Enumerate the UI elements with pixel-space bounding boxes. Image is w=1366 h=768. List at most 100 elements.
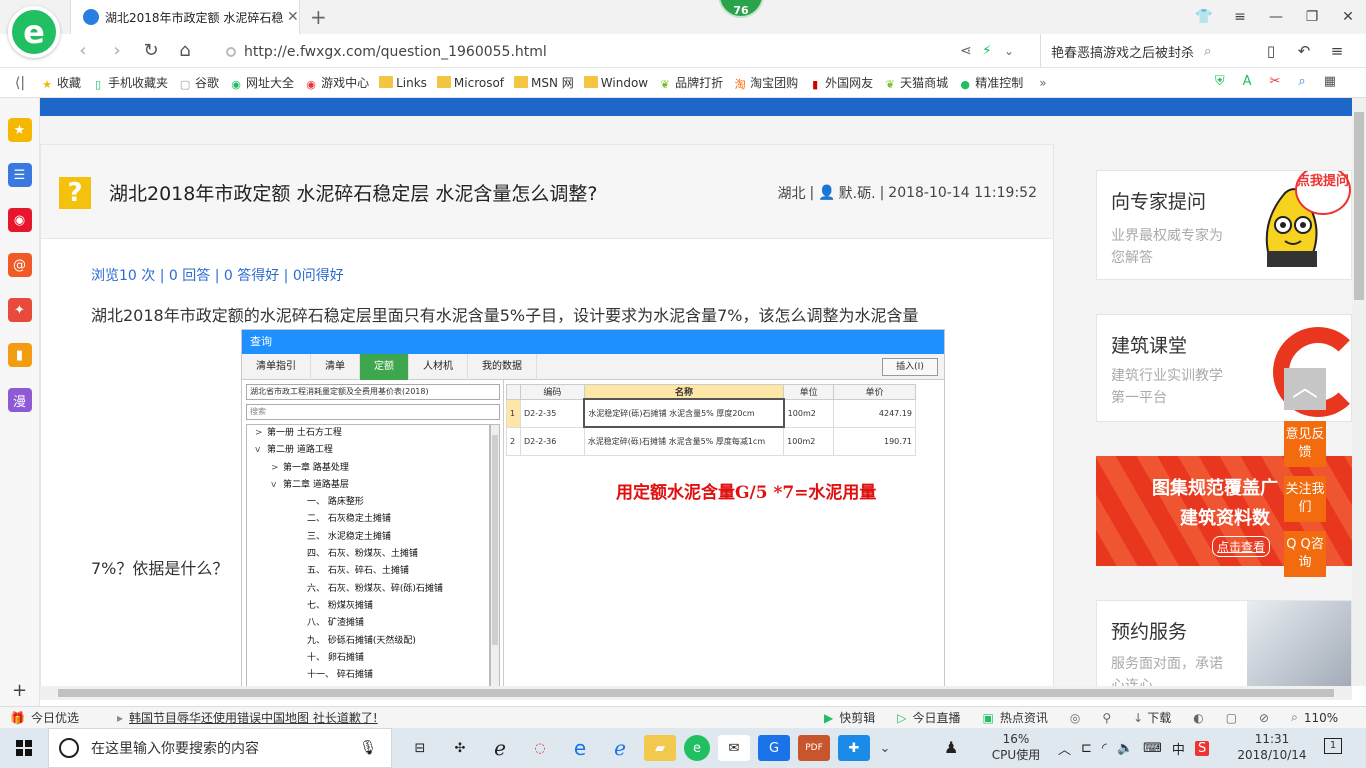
more-icon[interactable]: ≡ — [1322, 42, 1352, 60]
translate-icon[interactable]: A — [1243, 74, 1252, 89]
games-icon[interactable]: ✦ — [7, 298, 32, 322]
pin-icon[interactable]: ⚲ — [1102, 711, 1111, 725]
refresh-icon[interactable]: ↻ — [134, 40, 168, 61]
360-browser-icon[interactable]: e — [684, 735, 710, 761]
window-icon[interactable]: ▢ — [1226, 711, 1237, 725]
mail-envelope-icon[interactable]: ✉ — [718, 735, 750, 761]
question-author[interactable]: 默.砺. — [839, 183, 876, 203]
live-link[interactable]: 今日直播 — [912, 709, 960, 726]
zoom-icon[interactable]: ⌕ — [1298, 74, 1305, 89]
bookmark-item[interactable]: ◉ 游戏中心 — [304, 74, 369, 91]
mail-icon[interactable]: @ — [7, 253, 32, 277]
feedback-button[interactable]: 意见反馈 — [1284, 421, 1326, 467]
notes-icon[interactable]: ▮ — [7, 343, 32, 367]
tab-active[interactable]: 湖北2018年市政定额 水泥碎石稳 ✕ — [70, 0, 300, 34]
tab-close-button[interactable]: ✕ — [287, 9, 299, 25]
microphone-icon[interactable]: 🎙 — [359, 740, 377, 756]
speed-icon[interactable]: ◎ — [1070, 711, 1080, 725]
share-icon[interactable]: ⋖ — [960, 43, 982, 59]
banner-link[interactable]: 点击查看 — [1212, 536, 1271, 557]
ask-bubble[interactable]: 点我提问 — [1295, 171, 1351, 215]
bookmark-item[interactable]: Links — [379, 75, 427, 90]
weibo-icon[interactable]: ◉ — [7, 208, 32, 232]
zoom-level[interactable]: 110% — [1304, 711, 1338, 725]
bookmarks-more-button[interactable]: » — [1039, 76, 1046, 90]
volume-icon[interactable]: 🔈 — [1117, 741, 1133, 756]
wifi-icon[interactable]: ◜ — [1102, 741, 1107, 756]
feed-icon[interactable]: ☰ — [7, 163, 32, 187]
bookmark-item[interactable]: Microsof — [436, 75, 504, 90]
g-app-icon[interactable]: G — [758, 735, 790, 761]
hot-search-box[interactable]: 艳春恶搞游戏之后被封杀 ⌕ — [1040, 34, 1240, 68]
bookmark-item[interactable]: ▯ 手机收藏夹 — [91, 74, 168, 91]
sound-icon[interactable]: ◐ — [1193, 711, 1203, 725]
bookmark-item[interactable]: ◉ 网址大全 — [229, 74, 294, 91]
vertical-scroll-thumb[interactable] — [1354, 112, 1364, 300]
close-window-button[interactable]: ✕ — [1330, 9, 1366, 25]
back-icon[interactable]: ‹ — [66, 40, 100, 61]
booking-card[interactable]: 预约服务 服务面对面，承诺心连心 — [1096, 600, 1352, 686]
grid-icon[interactable]: ▦ — [1324, 74, 1336, 89]
scissors-icon[interactable]: ✂ — [1270, 74, 1281, 89]
vertical-scrollbar[interactable] — [1352, 98, 1366, 686]
bookmark-item[interactable]: 淘淘宝团购 — [733, 74, 799, 91]
new-tab-button[interactable]: + — [310, 5, 327, 29]
news-ticker[interactable]: 韩国节目辱华还使用错误中国地图 社长道歉了! — [129, 709, 378, 726]
network-adapter-icon[interactable]: ⊏ — [1081, 741, 1092, 756]
task-view-icon[interactable]: ⊟ — [404, 735, 436, 761]
home-icon[interactable]: ⌂ — [168, 40, 202, 61]
bookmark-item[interactable]: ▮ 外国网友 — [808, 74, 873, 91]
menu-icon[interactable]: ≡ — [1222, 9, 1258, 25]
chevron-down-icon[interactable]: ⌄ — [1004, 44, 1026, 58]
question-region[interactable]: 湖北 — [778, 183, 806, 203]
bookmark-item[interactable]: ★ 收藏 — [40, 74, 81, 91]
follow-us-button[interactable]: 关注我们 — [1284, 476, 1326, 522]
cpu-usage[interactable]: 16% CPU使用 — [990, 731, 1042, 763]
favorites-icon[interactable]: ★ — [7, 118, 32, 142]
bookmark-item[interactable]: ❦ 天猫商城 — [883, 74, 949, 91]
notification-badge[interactable]: 76 — [718, 0, 764, 18]
lightning-icon[interactable]: ⚡ — [982, 43, 1004, 59]
forward-icon[interactable]: › — [100, 40, 134, 61]
tool-app-icon[interactable]: ✚ — [838, 735, 870, 761]
start-button[interactable] — [0, 728, 48, 768]
s-app-icon[interactable]: S — [1194, 741, 1210, 756]
quickcut-link[interactable]: 快剪辑 — [839, 709, 875, 726]
swirl-icon[interactable]: ◌ — [524, 735, 556, 761]
ie-icon[interactable]: ℯ — [604, 735, 636, 761]
bookmark-item[interactable]: ● 精准控制 — [958, 74, 1023, 91]
qq-consult-button[interactable]: Q Q咨询 — [1284, 531, 1326, 577]
search-icon[interactable]: ⌕ — [1204, 44, 1211, 59]
notification-center-icon[interactable]: 1 — [1324, 738, 1342, 754]
pdf-icon[interactable]: PDF — [798, 735, 830, 761]
people-icon[interactable]: ♟ — [944, 738, 958, 757]
file-explorer-icon[interactable]: ▰ — [644, 735, 676, 761]
expert-card[interactable]: 向专家提问 业界最权威专家为您解答 点我提问 — [1096, 170, 1352, 280]
clean-icon[interactable]: ⊘ — [1259, 711, 1269, 725]
taskbar-search[interactable]: 在这里输入你要搜索的内容 🎙 — [48, 728, 392, 768]
minimize-button[interactable]: — — [1258, 9, 1294, 25]
horizontal-scrollbar[interactable] — [40, 686, 1352, 700]
back-to-top-button[interactable]: ︿ — [1284, 368, 1326, 410]
bookmark-item[interactable]: MSN 网 — [514, 74, 574, 91]
mobile-icon[interactable]: ▯ — [1256, 42, 1286, 60]
browser-logo[interactable]: e — [8, 6, 60, 58]
fan-icon[interactable]: ✣ — [444, 735, 476, 761]
keyboard-icon[interactable]: ⌨ — [1143, 741, 1162, 756]
skin-icon[interactable]: 👕 — [1186, 9, 1222, 25]
comic-icon[interactable]: 漫 — [7, 388, 32, 412]
restore-button[interactable]: ❐ — [1294, 9, 1330, 25]
sidebar-add-button[interactable]: + — [12, 680, 27, 701]
hot-news-link[interactable]: 热点资讯 — [1000, 709, 1048, 726]
sidebar-toggle-icon[interactable]: ⟨| — [0, 75, 40, 91]
today-picks[interactable]: 今日优选 — [31, 709, 79, 726]
undo-icon[interactable]: ↶ — [1286, 42, 1322, 60]
clock[interactable]: 11:31 2018/10/14 — [1232, 731, 1312, 763]
taskbar-overflow-icon[interactable]: ⌄ — [878, 735, 892, 761]
attached-screenshot[interactable]: 查询 清单指引 清单 定额 人材机 我的数据 插入(I) 湖北省市政工程消耗量定额及全费… — [241, 329, 945, 686]
shield-icon[interactable]: ⛨ — [1215, 74, 1225, 89]
bookmark-item[interactable]: Window — [583, 75, 648, 90]
ime-indicator[interactable]: 中 — [1172, 739, 1185, 758]
url-field[interactable]: http://e.fwxgx.com/question_1960055.html — [226, 42, 946, 62]
edge-icon[interactable]: e — [564, 735, 596, 761]
